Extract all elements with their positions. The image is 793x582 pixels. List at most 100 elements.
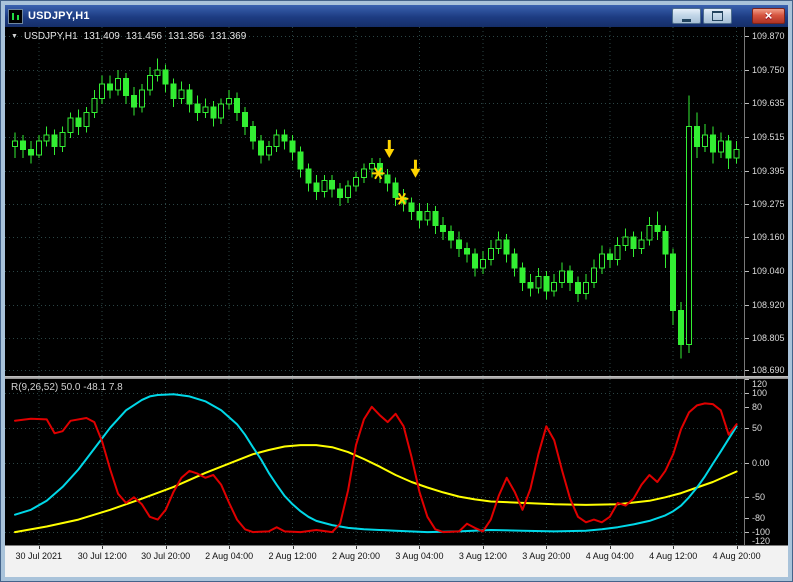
candle <box>146 67 153 96</box>
candle <box>638 231 645 255</box>
indicator-scale-label: -50 <box>752 492 766 503</box>
pane-divider[interactable] <box>5 376 788 379</box>
price-label: 109.750 <box>752 65 785 76</box>
candle <box>559 262 566 288</box>
window-title: USDJPY,H1 <box>28 10 90 22</box>
candle <box>733 140 740 164</box>
candle <box>543 270 550 300</box>
axis-tick <box>745 338 749 339</box>
axis-tick <box>745 370 749 371</box>
candle <box>503 234 510 263</box>
candle <box>83 106 90 133</box>
time-axis[interactable]: 30 Jul 2021 30 Jul 12:00 30 Jul 20:00 2 Aug… <box>5 545 788 577</box>
candle <box>416 203 423 229</box>
candle <box>511 248 518 277</box>
time-label: 4 Aug 04:00 <box>585 551 634 561</box>
price-chart-canvas[interactable] <box>5 27 744 376</box>
candle <box>630 231 637 257</box>
axis-tick <box>419 546 420 549</box>
axis-tick <box>745 204 749 205</box>
restore-button[interactable] <box>703 8 732 24</box>
indicator-line-slow-cyan <box>14 393 738 534</box>
candle <box>725 135 732 170</box>
candle <box>606 248 613 269</box>
price-label: 108.805 <box>752 332 785 343</box>
time-label: 3 Aug 04:00 <box>395 551 444 561</box>
chart-icon <box>8 8 23 24</box>
candle <box>59 126 66 153</box>
candle <box>218 98 225 124</box>
candle <box>464 242 471 263</box>
close-button[interactable]: × <box>752 8 785 24</box>
chart-client-area: ▼ USDJPY,H1 131.409 131.456 131.356 131.… <box>5 27 788 577</box>
candle <box>701 123 708 153</box>
candle <box>249 120 256 150</box>
candle <box>392 177 399 206</box>
candle <box>115 70 122 96</box>
axis-tick <box>745 271 749 272</box>
indicator-scale-label: 50 <box>752 422 763 433</box>
candle <box>154 58 161 82</box>
quote-close: 131.369 <box>210 31 247 42</box>
candle <box>614 237 621 266</box>
axis-tick <box>745 532 749 533</box>
candle <box>265 140 272 161</box>
collapse-arrow-icon[interactable]: ▼ <box>11 33 18 40</box>
axis-tick <box>745 70 749 71</box>
candle <box>654 211 661 240</box>
indicator-canvas[interactable] <box>5 379 744 546</box>
candle <box>345 180 352 204</box>
sell-arrow-icon <box>384 139 395 158</box>
quote-open: 131.409 <box>83 31 120 42</box>
candle <box>662 225 669 269</box>
candle <box>123 72 130 104</box>
axis-tick <box>745 137 749 138</box>
axis-tick <box>745 379 749 380</box>
price-label: 109.160 <box>752 232 785 243</box>
minimize-button[interactable] <box>672 8 701 24</box>
axis-tick <box>166 546 167 549</box>
candle <box>448 225 455 249</box>
candle <box>43 126 50 147</box>
candle <box>313 174 320 201</box>
axis-tick <box>673 546 674 549</box>
time-label: 30 Jul 2021 <box>15 551 63 561</box>
indicator-scale-label: -80 <box>752 513 766 524</box>
axis-tick <box>745 463 749 464</box>
candle <box>598 245 605 274</box>
symbol-label: USDJPY,H1 <box>23 31 78 42</box>
candle <box>519 262 526 291</box>
candle <box>590 259 597 288</box>
axis-tick <box>229 546 230 549</box>
candle <box>35 135 42 158</box>
time-label: 30 Jul 12:00 <box>77 551 127 561</box>
candle <box>670 248 677 325</box>
candle <box>456 231 463 257</box>
candle <box>527 273 534 297</box>
time-label: 2 Aug 04:00 <box>205 551 254 561</box>
candle <box>51 129 58 155</box>
time-label: 3 Aug 20:00 <box>522 551 571 561</box>
candle <box>202 98 209 119</box>
indicator-axis[interactable]: 120 100 80 50 0.00 -50 -80 -100 -120 <box>744 379 788 546</box>
price-label: 108.920 <box>752 299 785 310</box>
candle <box>551 273 558 297</box>
axis-tick <box>293 546 294 549</box>
candle <box>582 273 589 300</box>
candle <box>226 89 233 110</box>
candle <box>273 129 280 153</box>
candle <box>162 64 169 93</box>
minimize-icon <box>682 18 691 22</box>
candle <box>257 135 264 164</box>
price-label: 109.040 <box>752 265 785 276</box>
candle <box>535 268 542 294</box>
candle <box>138 84 145 113</box>
title-bar[interactable]: USDJPY,H1 × <box>5 5 788 27</box>
time-label: 2 Aug 20:00 <box>331 551 381 561</box>
candle <box>281 129 288 150</box>
candle <box>99 75 106 104</box>
candle <box>408 197 415 221</box>
price-axis[interactable]: 109.870 109.750 109.635 109.515 109.395 109.2… <box>744 27 788 376</box>
axis-tick <box>745 393 749 394</box>
candle <box>471 248 478 277</box>
